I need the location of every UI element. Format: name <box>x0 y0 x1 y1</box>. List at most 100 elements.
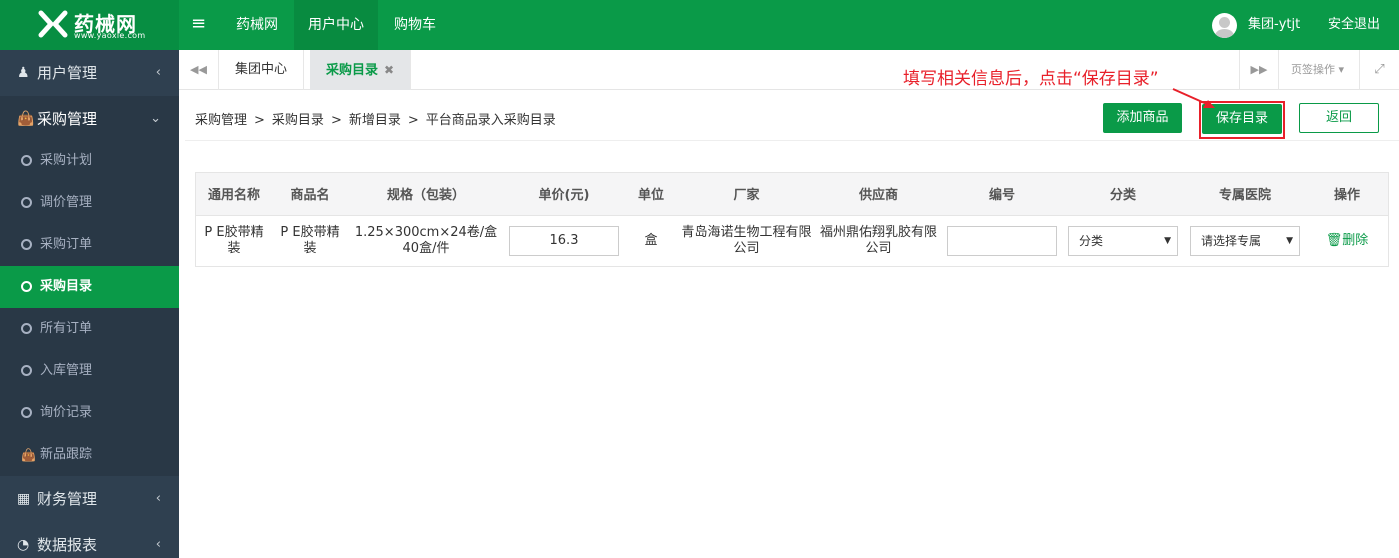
sidebar-item-inquiry-records[interactable]: 询价记录 <box>0 392 179 434</box>
generic-name-cell: P E胶带精装 <box>204 224 264 256</box>
sidebar-group-data-reports[interactable]: ◔ 数据报表 ‹ <box>0 522 179 558</box>
annotation-text: 填写相关信息后，点击“保存目录” <box>903 69 1159 89</box>
brand-logo[interactable]: 药械网 www.yaoxie.com <box>0 0 179 50</box>
hamburger-icon[interactable]: ≡ <box>191 12 209 36</box>
topnav-user-center[interactable]: 用户中心 <box>294 0 378 50</box>
column-header: 单价(元) <box>504 173 624 216</box>
sidebar-item-purchase-plan[interactable]: 采购计划 <box>0 140 179 182</box>
unit-cell: 盒 <box>644 232 658 248</box>
delete-label: 删除 <box>1342 232 1369 248</box>
user-name[interactable]: 集团-ytjt <box>1248 0 1300 50</box>
sidebar-group-label: 采购管理 <box>37 110 98 128</box>
tab-scroll-right-icon[interactable]: ▶▶ <box>1239 50 1279 90</box>
hospital-select-value: 请选择专属 <box>1201 233 1262 248</box>
logout-link[interactable]: 安全退出 <box>1328 0 1380 50</box>
sidebar-group-finance-management[interactable]: ▦ 财务管理 ‹ <box>0 476 179 522</box>
tab-scroll-left-icon[interactable]: ◀◀ <box>179 50 219 90</box>
table-header-row: 通用名称 商品名 规格（包装） 单价(元) 单位 厂家 供应商 编号 分类 专属… <box>196 173 1388 216</box>
breadcrumb-separator: > <box>330 113 342 128</box>
category-select-value: 分类 <box>1079 233 1104 248</box>
tab-purchase-catalog[interactable]: 采购目录 ✖ <box>310 50 412 90</box>
tab-group-center[interactable]: 集团中心 <box>219 50 305 90</box>
catalog-table: 通用名称 商品名 规格（包装） 单价(元) 单位 厂家 供应商 编号 分类 专属… <box>196 173 1388 266</box>
column-header: 厂家 <box>678 173 815 216</box>
breadcrumb-item-current: 平台商品录入采购目录 <box>425 113 556 128</box>
breadcrumb-item[interactable]: 采购目录 <box>272 113 324 128</box>
shopping-bag-icon: 👜 <box>17 111 35 127</box>
sidebar-group-purchase-management[interactable]: 👜 采购管理 ⌄ <box>0 96 179 142</box>
brand-url: www.yaoxie.com <box>74 31 146 40</box>
column-header: 单位 <box>624 173 678 216</box>
sidebar: ♟ 用户管理 ‹ 👜 采购管理 ⌄ 采购计划 调价管理 采购订单 采购目录 所有… <box>0 50 179 558</box>
caret-down-icon: ▼ <box>1164 235 1171 246</box>
tab-actions-label: 页签操作 <box>1291 63 1335 76</box>
sidebar-group-label: 用户管理 <box>37 64 98 82</box>
close-icon[interactable]: ✖ <box>384 63 394 77</box>
price-input[interactable] <box>509 225 619 256</box>
column-header: 通用名称 <box>196 173 272 216</box>
column-header: 供应商 <box>815 173 942 216</box>
category-cell: 分类 ▼ <box>1062 215 1184 266</box>
sidebar-item-stock-in[interactable]: 入库管理 <box>0 350 179 392</box>
circle-icon <box>21 365 32 376</box>
sidebar-item-label: 采购目录 <box>40 279 93 294</box>
column-header: 规格（包装） <box>348 173 504 216</box>
circle-icon <box>21 407 32 418</box>
top-navbar: 药械网 www.yaoxie.com ≡ 药械网 用户中心 购物车 集团-ytj… <box>0 0 1399 50</box>
sidebar-item-purchase-catalog[interactable]: 采购目录 <box>0 266 179 308</box>
circle-icon <box>21 323 32 334</box>
sidebar-item-label: 所有订单 <box>40 321 93 336</box>
back-button[interactable]: 返回 <box>1299 103 1379 133</box>
chevron-left-icon: ‹ <box>155 491 161 506</box>
column-header: 编号 <box>942 173 1062 216</box>
tab-label: 集团中心 <box>235 62 288 77</box>
breadcrumb-item[interactable]: 采购管理 <box>195 113 247 128</box>
column-header: 分类 <box>1062 173 1184 216</box>
sidebar-item-label: 新品跟踪 <box>40 447 93 462</box>
breadcrumb-item[interactable]: 新增目录 <box>349 113 401 128</box>
trash-icon: 🗑 <box>1325 232 1343 248</box>
catalog-table-panel: 通用名称 商品名 规格（包装） 单价(元) 单位 厂家 供应商 编号 分类 专属… <box>195 172 1389 267</box>
column-header: 专属医院 <box>1184 173 1306 216</box>
sidebar-item-purchase-orders[interactable]: 采购订单 <box>0 224 179 266</box>
main-content: 采购管理 > 采购目录 > 新增目录 > 平台商品录入采购目录 添加商品 保存目录 返回 填… <box>185 69 1399 558</box>
shopping-bag-icon: 👜 <box>21 448 36 462</box>
tab-bar: ◀◀ 集团中心 采购目录 ✖ ▶▶ 页签操作 ▾ ⤢ <box>179 50 1399 90</box>
action-cell: 🗑删除 <box>1306 215 1388 266</box>
column-header: 操作 <box>1306 173 1388 216</box>
topnav-cart[interactable]: 购物车 <box>380 0 450 50</box>
sidebar-item-label: 采购计划 <box>40 153 93 168</box>
sidebar-item-new-product-tracking[interactable]: 👜 新品跟踪 <box>0 434 179 476</box>
circle-icon <box>21 239 32 250</box>
sidebar-item-all-orders[interactable]: 所有订单 <box>0 308 179 350</box>
product-name-cell: P E胶带精装 <box>280 224 340 256</box>
column-header: 商品名 <box>272 173 348 216</box>
chevron-left-icon: ‹ <box>155 537 161 552</box>
chevron-left-icon: ‹ <box>155 65 161 80</box>
hospital-cell: 请选择专属 ▼ <box>1184 215 1306 266</box>
logo-x-icon <box>38 10 68 38</box>
chevron-down-icon: ⌄ <box>150 111 161 126</box>
price-cell <box>504 215 624 266</box>
user-icon: ♟ <box>17 65 30 81</box>
sidebar-item-label: 采购订单 <box>40 237 93 252</box>
hospital-select[interactable]: 请选择专属 ▼ <box>1190 225 1300 256</box>
circle-icon <box>21 155 32 166</box>
delete-button[interactable]: 🗑删除 <box>1326 233 1369 248</box>
sidebar-group-user-management[interactable]: ♟ 用户管理 ‹ <box>0 50 179 96</box>
sidebar-group-label: 财务管理 <box>37 490 98 508</box>
spec-cell: 1.25×300cm×24卷/盒 40盒/件 <box>354 224 498 256</box>
breadcrumb: 采购管理 > 采购目录 > 新增目录 > 平台商品录入采购目录 <box>195 109 556 128</box>
expand-icon[interactable]: ⤢ <box>1359 50 1399 90</box>
category-select[interactable]: 分类 ▼ <box>1068 225 1178 256</box>
breadcrumb-bar: 采购管理 > 采购目录 > 新增目录 > 平台商品录入采购目录 添加商品 保存目录 返回 填… <box>185 69 1399 141</box>
sidebar-item-price-adjust[interactable]: 调价管理 <box>0 182 179 224</box>
code-input[interactable] <box>947 225 1057 256</box>
avatar[interactable] <box>1212 13 1237 38</box>
manufacturer-cell: 青岛海诺生物工程有限公司 <box>681 224 812 256</box>
tab-actions-dropdown[interactable]: 页签操作 ▾ <box>1291 50 1344 90</box>
topnav-yaoxie[interactable]: 药械网 <box>222 0 292 50</box>
table-row: P E胶带精装 P E胶带精装 1.25×300cm×24卷/盒 40盒/件 盒… <box>196 215 1388 266</box>
circle-icon <box>21 281 32 292</box>
calculator-icon: ▦ <box>17 491 31 507</box>
